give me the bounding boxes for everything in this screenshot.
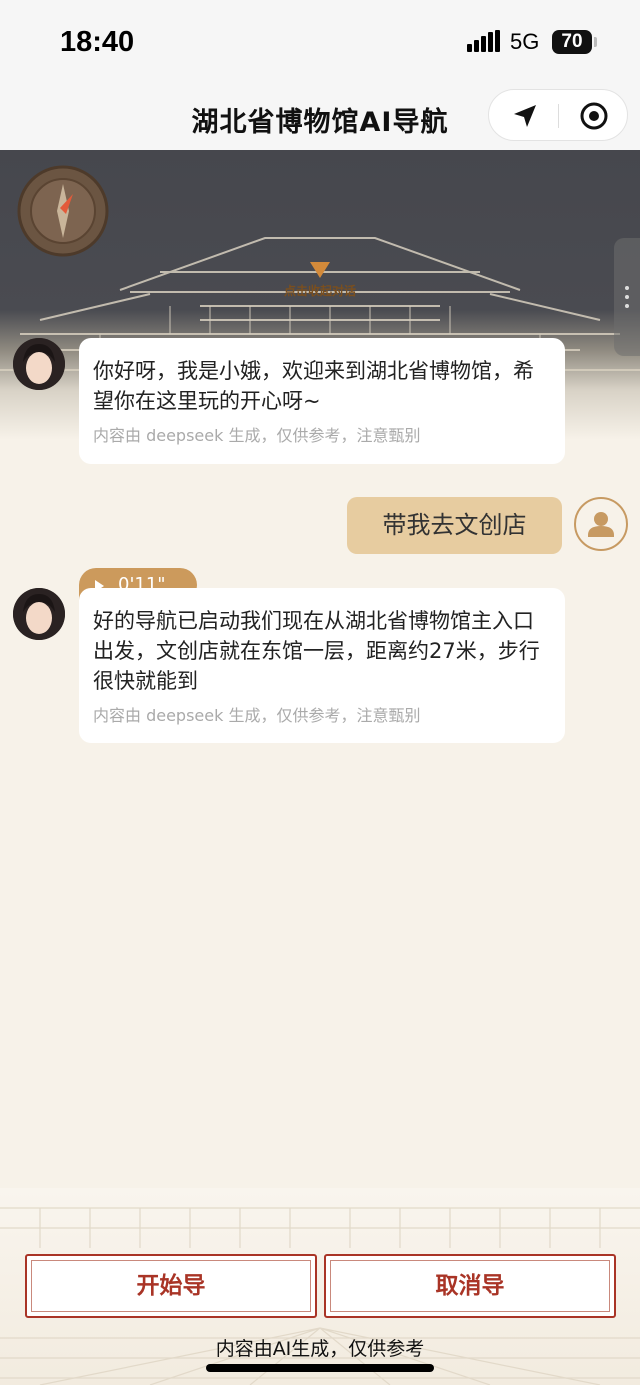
assistant-message: 你好呀，我是小娥，欢迎来到湖北省博物馆，希望你在这里玩的开心呀~ 内容由 dee… xyxy=(79,338,565,464)
side-drawer-handle[interactable] xyxy=(614,238,640,356)
ai-disclaimer-note: 内容由 deepseek 生成，仅供参考，注意甄别 xyxy=(93,706,421,725)
user-message: 带我去文创店 xyxy=(347,497,562,554)
target-icon[interactable] xyxy=(579,101,609,131)
mini-program-capsule xyxy=(488,89,628,141)
collapse-dialog-label[interactable]: 点击收起对话 xyxy=(0,282,640,299)
bottom-panel: 开始导 取消导 内容由AI生成，仅供参考 xyxy=(0,1188,640,1385)
assistant-message: 好的导航已启动我们现在从湖北省博物馆主入口出发，文创店就在东馆一层，距离约27米… xyxy=(79,588,565,743)
footer-disclaimer: 内容由AI生成，仅供参考 xyxy=(215,1338,425,1360)
message-text: 你好呀，我是小娥，欢迎来到湖北省博物馆，希望你在这里玩的开心呀~ xyxy=(93,359,534,413)
compass-icon[interactable] xyxy=(16,164,110,258)
collapse-arrow-icon[interactable] xyxy=(309,260,331,280)
start-navigation-button[interactable]: 开始导 xyxy=(25,1254,317,1318)
assistant-avatar-icon xyxy=(13,588,65,640)
home-indicator[interactable] xyxy=(206,1364,434,1372)
user-avatar xyxy=(574,497,628,551)
message-text: 好的导航已启动我们现在从湖北省博物馆主入口出发，文创店就在东馆一层，距离约27米… xyxy=(93,609,540,693)
assistant-avatar-icon xyxy=(13,338,65,390)
battery-indicator: 70 xyxy=(552,30,592,54)
navigation-arrow-icon[interactable] xyxy=(511,102,539,130)
signal-icon xyxy=(467,30,500,52)
assistant-avatar xyxy=(13,588,65,640)
battery-cap xyxy=(594,37,597,47)
cancel-navigation-button[interactable]: 取消导 xyxy=(324,1254,616,1318)
status-time: 18:40 xyxy=(60,26,135,58)
ai-disclaimer-note: 内容由 deepseek 生成，仅供参考，注意甄别 xyxy=(93,426,421,445)
user-icon xyxy=(588,512,614,537)
status-bar: 18:40 5G 70 xyxy=(0,0,640,86)
title-bar: 湖北省博物馆AI导航 xyxy=(0,86,640,150)
network-label: 5G xyxy=(510,29,540,54)
capsule-divider xyxy=(558,104,559,128)
assistant-avatar xyxy=(13,338,65,390)
